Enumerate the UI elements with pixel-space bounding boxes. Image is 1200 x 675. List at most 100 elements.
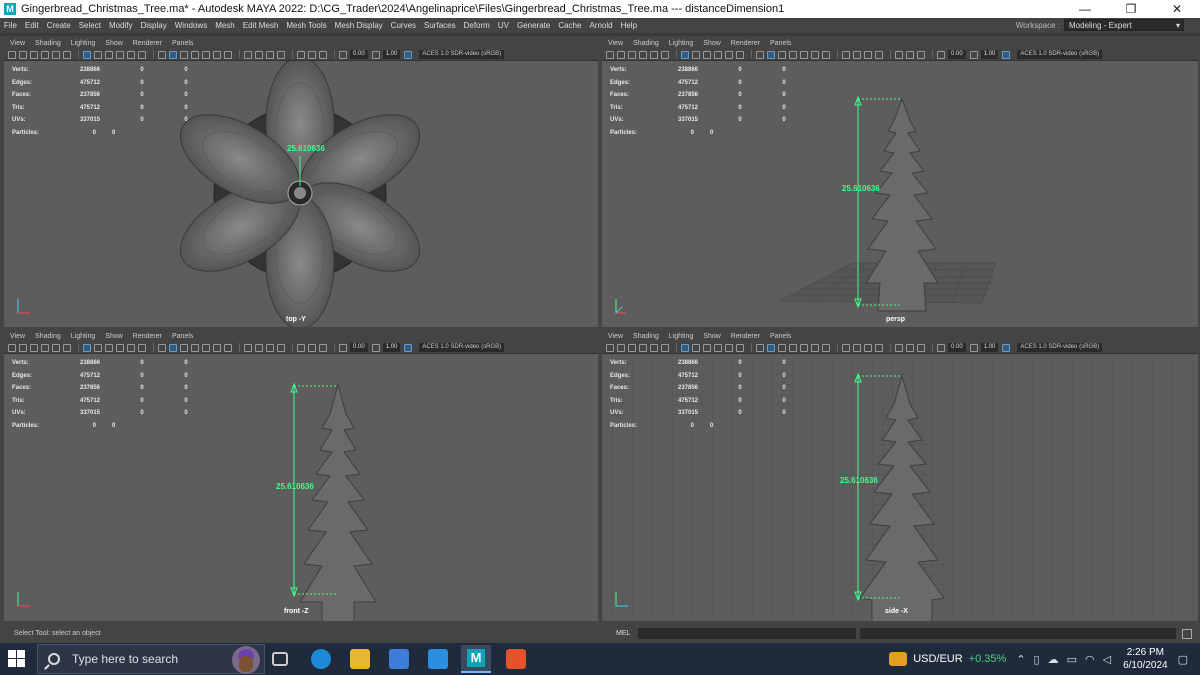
view-transform-field[interactable]: ACES 1.0 SDR-video (sRGB) <box>1017 343 1103 352</box>
xray-active-icon[interactable] <box>917 343 925 352</box>
menu-edit-mesh[interactable]: Edit Mesh <box>243 21 279 30</box>
view-transform-field[interactable]: ACES 1.0 SDR-video (sRGB) <box>1017 50 1103 59</box>
lights-icon[interactable] <box>800 343 808 352</box>
motion-blur-icon[interactable] <box>255 343 263 352</box>
battery-icon[interactable]: ▭ <box>1067 653 1077 666</box>
exposure-field[interactable]: 0.00 <box>350 343 368 352</box>
panel-menu-shading[interactable]: Shading <box>35 333 61 340</box>
isolate-select-icon[interactable] <box>895 50 903 59</box>
file-explorer-icon[interactable] <box>350 649 370 669</box>
panel-menu-shading[interactable]: Shading <box>633 333 659 340</box>
panel-menu-show[interactable]: Show <box>105 333 123 340</box>
menu-file[interactable]: File <box>4 21 17 30</box>
exposure-field[interactable]: 0.00 <box>948 50 966 59</box>
minimize-button[interactable]: — <box>1062 0 1108 18</box>
film-gate-icon[interactable] <box>692 343 700 352</box>
anti-aliasing-icon[interactable] <box>864 343 872 352</box>
motion-blur-icon[interactable] <box>255 50 263 59</box>
gate-mask-icon[interactable] <box>116 343 124 352</box>
maya-icon[interactable]: M <box>461 645 491 673</box>
safe-action-icon[interactable] <box>138 343 146 352</box>
menu-edit[interactable]: Edit <box>25 21 39 30</box>
film-gate-icon[interactable] <box>94 50 102 59</box>
field-chart-icon[interactable] <box>725 343 733 352</box>
panel-menu-lighting[interactable]: Lighting <box>71 40 96 47</box>
xray-icon[interactable] <box>224 343 232 352</box>
tablet-icon[interactable]: ▯ <box>1034 653 1040 666</box>
isolate-select-icon[interactable] <box>297 50 305 59</box>
camera-attributes-icon[interactable] <box>19 50 27 59</box>
resolution-gate-icon[interactable] <box>105 50 113 59</box>
default-material-icon[interactable] <box>180 343 188 352</box>
chevron-up-icon[interactable]: ⌃ <box>1016 653 1025 666</box>
store-icon[interactable] <box>389 649 409 669</box>
bookmark-icon[interactable] <box>628 343 636 352</box>
xray-active-icon[interactable] <box>319 343 327 352</box>
image-plane-icon[interactable] <box>41 343 49 352</box>
wireframe-icon[interactable] <box>756 50 764 59</box>
2d-pan-zoom-icon[interactable] <box>650 50 658 59</box>
color-management-icon[interactable] <box>404 50 413 59</box>
panel-menu-shading[interactable]: Shading <box>633 40 659 47</box>
wireframe-icon[interactable] <box>158 50 166 59</box>
menu-display[interactable]: Display <box>141 21 167 30</box>
lights-icon[interactable] <box>202 50 210 59</box>
xray-icon[interactable] <box>822 343 830 352</box>
depth-of-field-icon[interactable] <box>277 50 285 59</box>
gamma-field[interactable]: 1.00 <box>980 343 999 352</box>
ambient-occlusion-icon[interactable] <box>842 50 850 59</box>
xray-icon[interactable] <box>822 50 830 59</box>
smooth-shade-icon[interactable] <box>767 50 775 59</box>
camera-attributes-icon[interactable] <box>617 343 625 352</box>
resolution-gate-icon[interactable] <box>105 343 113 352</box>
gamma-icon[interactable] <box>371 50 380 59</box>
panel-menu-show[interactable]: Show <box>703 333 721 340</box>
view-transform-field[interactable]: ACES 1.0 SDR-video (sRGB) <box>419 50 505 59</box>
select-camera-icon[interactable] <box>8 50 16 59</box>
xray-joints-icon[interactable] <box>308 343 316 352</box>
maximize-button[interactable]: ❐ <box>1108 0 1154 18</box>
panel-menu-renderer[interactable]: Renderer <box>731 333 760 340</box>
gamma-field[interactable]: 1.00 <box>980 50 999 59</box>
menu-mesh-tools[interactable]: Mesh Tools <box>286 21 326 30</box>
image-plane-icon[interactable] <box>639 50 647 59</box>
gamma-icon[interactable] <box>969 343 978 352</box>
menu-arnold[interactable]: Arnold <box>589 21 612 30</box>
panel-menu-shading[interactable]: Shading <box>35 40 61 47</box>
image-plane-icon[interactable] <box>639 343 647 352</box>
xray-active-icon[interactable] <box>319 50 327 59</box>
default-material-icon[interactable] <box>778 50 786 59</box>
camera-attributes-icon[interactable] <box>19 343 27 352</box>
motion-blur-icon[interactable] <box>853 50 861 59</box>
panel-menu-panels[interactable]: Panels <box>172 40 193 47</box>
grid-icon[interactable] <box>681 343 689 352</box>
wireframe-icon[interactable] <box>158 343 166 352</box>
color-management-icon[interactable] <box>1002 50 1011 59</box>
grease-pencil-icon[interactable] <box>63 343 71 352</box>
menu-mesh[interactable]: Mesh <box>215 21 235 30</box>
camera-attributes-icon[interactable] <box>617 50 625 59</box>
grease-pencil-icon[interactable] <box>661 50 669 59</box>
script-editor-icon[interactable] <box>1182 628 1192 639</box>
2d-pan-zoom-icon[interactable] <box>52 50 60 59</box>
resolution-gate-icon[interactable] <box>703 343 711 352</box>
panel-menu-panels[interactable]: Panels <box>172 333 193 340</box>
panel-menu-lighting[interactable]: Lighting <box>669 333 694 340</box>
gamma-field[interactable]: 1.00 <box>382 343 401 352</box>
exposure-icon[interactable] <box>339 343 347 352</box>
viewport-front[interactable]: View Shading Lighting Show Renderer Pane… <box>4 330 598 621</box>
xray-joints-icon[interactable] <box>308 50 316 59</box>
ambient-occlusion-icon[interactable] <box>244 50 252 59</box>
close-button[interactable]: ✕ <box>1154 0 1200 18</box>
panel-menu-renderer[interactable]: Renderer <box>133 333 162 340</box>
gamma-field[interactable]: 1.00 <box>382 50 401 59</box>
smooth-shade-icon[interactable] <box>169 343 177 352</box>
gamma-icon[interactable] <box>969 50 978 59</box>
textured-icon[interactable] <box>789 50 797 59</box>
menu-cache[interactable]: Cache <box>558 21 581 30</box>
panel-menu-lighting[interactable]: Lighting <box>71 333 96 340</box>
gate-mask-icon[interactable] <box>714 343 722 352</box>
grid-icon[interactable] <box>83 50 91 59</box>
menu-mesh-display[interactable]: Mesh Display <box>335 21 383 30</box>
taskbar-search-box[interactable]: Type here to search <box>37 644 265 674</box>
